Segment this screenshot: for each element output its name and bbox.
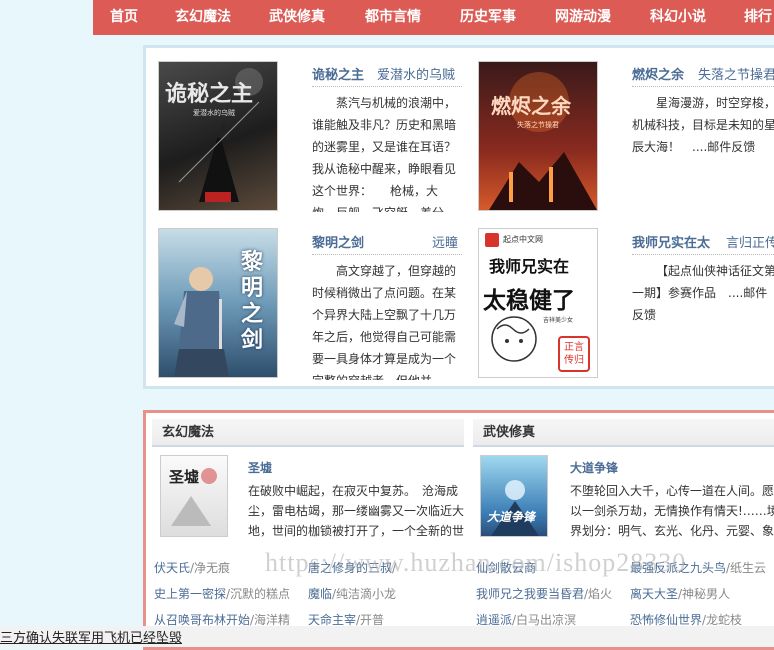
book-title-1[interactable]: 诡秘之主 — [312, 64, 364, 83]
list-title[interactable]: 伏天氏 — [154, 561, 190, 575]
list-author[interactable]: /纸生云 — [726, 561, 766, 575]
list-author[interactable]: /沉默的糕点 — [226, 587, 290, 601]
category-feature-title-2[interactable]: 大道争锋 — [570, 459, 618, 476]
divider — [632, 254, 774, 255]
book-desc-4: 【起点仙侠神话征文第一期】参赛作品 ....邮件反馈 — [632, 264, 774, 322]
list-title[interactable]: 恐怖修仙世界 — [630, 613, 702, 627]
list-author[interactable]: /龙蛇枝 — [702, 613, 742, 627]
book-title-2[interactable]: 燃烬之余 — [632, 64, 684, 83]
book-author-1[interactable]: 爱潜水的乌贼 — [377, 64, 455, 83]
book-cover-2[interactable]: 燃烬之余 失落之节操君 — [478, 61, 598, 211]
category-header-wuxia[interactable]: 武侠修真 — [473, 419, 774, 447]
category-cover-2[interactable]: 大道争锋 — [480, 455, 548, 537]
nav-kehuan[interactable]: 科幻小说 — [650, 0, 706, 35]
book-desc-2: 星海漫游，时空穿梭，机械科技，目标是未知的星辰大海！ ....邮件反馈 — [632, 96, 774, 154]
list-item: 我师兄之我要当昏君/焰火 — [476, 585, 612, 602]
list-author[interactable]: /海洋精 — [250, 613, 290, 627]
list-author[interactable]: /开普 — [356, 613, 384, 627]
list-item: 离天大圣/神秘男人 — [630, 585, 730, 602]
cover-stamp-4: 正言传归 — [564, 342, 584, 366]
list-title[interactable]: 史上第一密探 — [154, 587, 226, 601]
nav-wangyou[interactable]: 网游动漫 — [555, 0, 611, 35]
list-author[interactable]: /白马出凉溟 — [512, 613, 576, 627]
featured-books-panel: 诡秘之主 爱潜水的乌贼 诡秘之主 爱潜水的乌贼 蒸汽与机械的浪潮中，谁能触及非凡… — [143, 45, 774, 389]
list-title[interactable]: 天命主宰 — [308, 613, 356, 627]
watermark: https://www.huzhan.com/ishop28330 — [265, 548, 687, 577]
nav-paihang[interactable]: 排行 — [744, 0, 772, 35]
cover-author-2: 失落之节操君 — [517, 121, 559, 129]
divider — [312, 86, 462, 87]
book-cover-4[interactable]: 起点中文网 我师兄实在 太稳健了 吉祥美少女 正言传归 — [478, 228, 598, 378]
list-author[interactable]: /焰火 — [584, 587, 612, 601]
cover-author-1: 爱潜水的乌贼 — [193, 109, 235, 117]
nav-xuanhuan[interactable]: 玄幻魔法 — [175, 0, 231, 35]
book-desc-3: 高文穿越了，但穿越的时候稍微出了点问题。在某个异界大陆上空飘了十几万年之后，他觉… — [312, 264, 457, 380]
list-title[interactable]: 我师兄之我要当昏君 — [476, 587, 584, 601]
nav-dushi[interactable]: 都市言情 — [365, 0, 421, 35]
list-title[interactable]: 从召唤哥布林开始 — [154, 613, 250, 627]
divider — [632, 86, 774, 87]
cover-art-2 — [489, 72, 597, 210]
book-author-4[interactable]: 言归正传 — [726, 232, 774, 251]
nav-wuxia[interactable]: 武侠修真 — [269, 0, 325, 35]
category-feature-desc-1: 在破败中崛起，在寂灭中复苏。 沧海成尘，雷电枯竭，那一缕幽雾又一次临近大地，世间… — [248, 484, 465, 538]
cover-title-1: 诡秘之主 — [165, 81, 254, 107]
list-title[interactable]: 魔临 — [308, 587, 332, 601]
divider — [312, 254, 462, 255]
category-header-xuanhuan[interactable]: 玄幻魔法 — [152, 419, 464, 447]
top-nav: 首页 玄幻魔法 武侠修真 都市言情 历史军事 网游动漫 科幻小说 排行 — [93, 0, 774, 35]
cover-title-3: 黎明之剑 — [241, 249, 264, 353]
list-item: 魔临/纯洁滴小龙 — [308, 585, 396, 602]
category-feature-title-1[interactable]: 圣墟 — [248, 459, 272, 476]
cover-title-2: 燃烬之余 — [491, 94, 571, 118]
book-desc-1: 蒸汽与机械的浪潮中，谁能触及非凡？历史和黑暗的迷雾里，又是谁在耳语？我从诡秘中醒… — [312, 96, 457, 212]
list-author[interactable]: /净无痕 — [190, 561, 230, 575]
list-item: 史上第一密探/沉默的糕点 — [154, 585, 290, 602]
list-title[interactable]: 离天大圣 — [630, 587, 678, 601]
cat-cover-title-2: 大道争锋 — [487, 510, 536, 524]
book-author-3[interactable]: 远瞳 — [432, 232, 458, 251]
book-title-3[interactable]: 黎明之剑 — [312, 232, 364, 251]
list-author[interactable]: /纯洁滴小龙 — [332, 587, 396, 601]
nav-lishi[interactable]: 历史军事 — [460, 0, 516, 35]
category-panel: 玄幻魔法 圣墟 圣墟 在破败中崛起，在寂灭中复苏。 沧海成尘，雷电枯竭，那一缕幽… — [143, 410, 774, 650]
category-feature-desc-2: 不堕轮回入大千，心传一道在人间。愿以一剑杀万劫，无情换作有情天!……境界划分：明… — [570, 484, 774, 538]
list-title[interactable]: 逍遥派 — [476, 613, 512, 627]
book-cover-1[interactable]: 诡秘之主 爱潜水的乌贼 — [158, 61, 278, 211]
book-author-2[interactable]: 失落之节操君 — [698, 64, 774, 83]
book-cover-3[interactable]: 黎明之剑 — [158, 228, 278, 378]
cat-cover-title-1: 圣墟 — [169, 468, 200, 486]
category-cover-1[interactable]: 圣墟 — [160, 455, 228, 537]
list-item: 伏天氏/净无痕 — [154, 559, 230, 576]
news-link[interactable]: 三方确认失联军用飞机已经坠毁 — [0, 627, 182, 646]
list-author[interactable]: /神秘男人 — [678, 587, 730, 601]
nav-home[interactable]: 首页 — [110, 0, 138, 35]
book-title-4[interactable]: 我师兄实在太 — [632, 232, 710, 251]
